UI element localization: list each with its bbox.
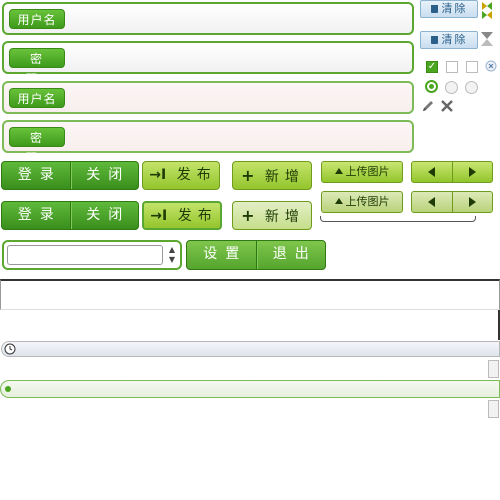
- scroll-thumb-2[interactable]: [488, 400, 499, 418]
- triangle-left-icon: [428, 197, 436, 207]
- up-arrow-icon: [334, 198, 343, 204]
- clear-button-2[interactable]: 清除: [420, 31, 478, 49]
- next-button[interactable]: [453, 162, 493, 182]
- pencil-icon[interactable]: [421, 99, 435, 113]
- up-arrow-icon: [334, 168, 343, 174]
- checkbox-2[interactable]: [446, 61, 458, 73]
- next-button-2[interactable]: [453, 192, 493, 212]
- arrow-right-bar-icon: →I: [149, 167, 167, 183]
- settings-logout-group: 设置 退出: [186, 240, 326, 270]
- add-button-2[interactable]: + 新增: [232, 201, 312, 230]
- plus-icon: +: [241, 206, 255, 225]
- username-field-2[interactable]: 用户名: [2, 81, 414, 114]
- arrow-right-bar-icon: →I: [150, 208, 168, 224]
- scrollbar-track-1[interactable]: [1, 341, 500, 357]
- collapse-arrow-icon[interactable]: [480, 31, 494, 47]
- upload-button[interactable]: 上传图片: [321, 161, 403, 183]
- pager-underline: [320, 216, 476, 222]
- publish-label-2: 发布: [177, 208, 218, 224]
- password-label: 密 码: [9, 48, 65, 86]
- pager-group-2: [411, 191, 493, 213]
- clear-label-1: 清除: [441, 2, 468, 15]
- username-label: 用户名: [9, 9, 65, 29]
- clock-icon: [4, 343, 16, 355]
- password-field[interactable]: 密 码: [2, 41, 414, 86]
- radio-3[interactable]: [465, 81, 478, 94]
- prev-button-2[interactable]: [412, 192, 452, 212]
- select-wrapper: ▲ ▼: [2, 240, 182, 270]
- select-input[interactable]: [7, 245, 163, 265]
- arrows-cluster-icon[interactable]: [480, 0, 494, 20]
- checkbox-3[interactable]: [466, 61, 478, 73]
- login-close-group-2: 登录 关闭: [1, 201, 139, 230]
- upload-label-2: 上传图片: [345, 195, 390, 208]
- password-label-2: 密 码: [9, 127, 65, 165]
- add-button[interactable]: + 新增: [232, 161, 312, 190]
- login-button-2[interactable]: 登录: [2, 202, 70, 229]
- triangle-right-icon: [468, 197, 476, 207]
- triangle-right-icon: [468, 167, 476, 177]
- plus-icon: +: [241, 166, 255, 185]
- close-button[interactable]: 关闭: [71, 162, 139, 189]
- settings-button[interactable]: 设置: [187, 241, 256, 269]
- add-label: 新增: [264, 169, 305, 185]
- delete-x-icon[interactable]: [440, 99, 454, 113]
- checkbox-1[interactable]: ✓: [426, 61, 438, 73]
- radio-2[interactable]: [445, 81, 458, 94]
- text-area[interactable]: [0, 279, 500, 310]
- publish-button[interactable]: →I 发布: [142, 161, 220, 190]
- progress-track[interactable]: [0, 380, 500, 398]
- select-arrows-icon[interactable]: ▲ ▼: [166, 245, 178, 265]
- progress-dot: [5, 386, 11, 392]
- circle-x-icon[interactable]: [485, 60, 497, 72]
- publish-label: 发布: [176, 167, 217, 183]
- radio-1[interactable]: [425, 80, 438, 93]
- triangle-left-icon: [428, 167, 436, 177]
- trash-icon: [430, 36, 438, 44]
- upload-button-2[interactable]: 上传图片: [321, 191, 403, 213]
- prev-button[interactable]: [412, 162, 452, 182]
- scroll-thumb-1[interactable]: [488, 360, 499, 378]
- close-button-2[interactable]: 关闭: [71, 202, 139, 229]
- username-label-2: 用户名: [9, 88, 65, 108]
- password-field-2[interactable]: 密 码: [2, 120, 414, 165]
- add-label-2: 新增: [264, 209, 305, 225]
- pager-group: [411, 161, 493, 183]
- trash-icon: [430, 5, 438, 13]
- upload-label: 上传图片: [345, 165, 390, 178]
- login-button[interactable]: 登录: [2, 162, 70, 189]
- panel-right-edge: [494, 310, 500, 340]
- publish-button-2[interactable]: →I 发布: [142, 201, 222, 230]
- username-field[interactable]: 用户名: [2, 2, 414, 35]
- login-close-group: 登录 关闭: [1, 161, 139, 190]
- logout-button[interactable]: 退出: [257, 241, 326, 269]
- clear-button-1[interactable]: 清除: [420, 0, 478, 18]
- clear-label-2: 清除: [441, 33, 468, 46]
